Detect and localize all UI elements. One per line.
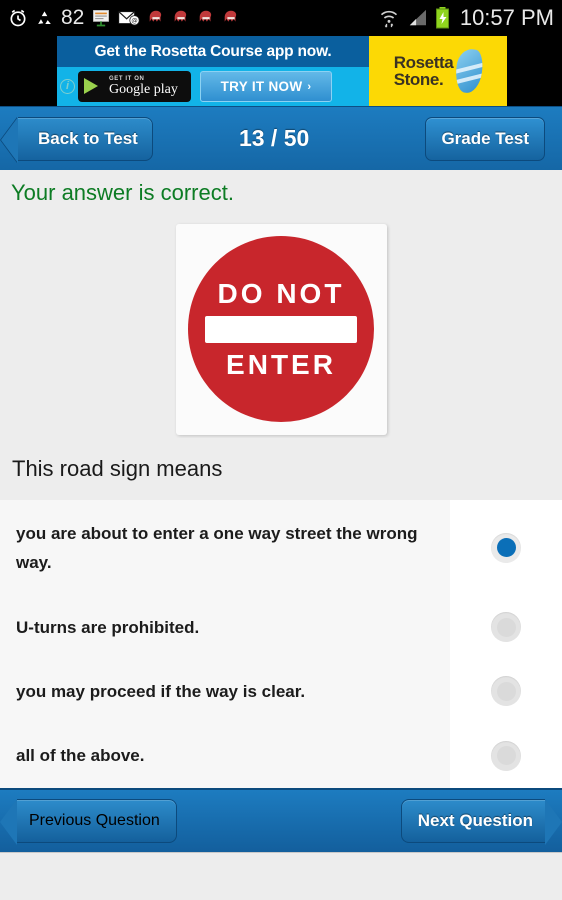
status-bar-left-icons: 82 @: [8, 6, 379, 30]
sign-text-line-1: DO NOT: [217, 277, 345, 309]
answer-radio-3[interactable]: [491, 676, 521, 706]
octopus-notification-icon-3: [197, 9, 215, 27]
cell-signal-icon: [406, 9, 428, 27]
question-prompt: This road sign means: [0, 438, 562, 500]
answer-radio-dot-3: [496, 681, 516, 701]
answer-radio-dot-4: [496, 746, 516, 765]
answer-option-label-3: you may proceed if the way is clear.: [16, 681, 306, 701]
answer-option-text-1[interactable]: you are about to enter a one way street …: [0, 500, 450, 595]
answer-radio-cell-1[interactable]: [450, 500, 562, 595]
answer-options-list: you are about to enter a one way street …: [0, 500, 562, 788]
ad-blue-panel[interactable]: Get the Rosetta Course app now. i GET IT…: [57, 36, 369, 106]
answer-radio-1[interactable]: [491, 532, 521, 563]
google-play-badge[interactable]: GET IT ON Google play: [78, 71, 191, 102]
battery-percent-label: 82: [61, 6, 85, 29]
answer-option-text-2[interactable]: U-turns are prohibited.: [0, 595, 450, 659]
rosetta-stone-logo-icon: [453, 47, 486, 95]
svg-text:@: @: [132, 17, 138, 25]
answer-feedback-text: Your answer is correct.: [11, 180, 234, 205]
rosetta-stone-wordmark: Rosetta Stone.: [394, 54, 454, 88]
page-bottom-area: [0, 852, 562, 900]
next-question-label: Next Question: [417, 811, 533, 830]
status-bar-right-icons: 10:57 PM: [379, 5, 554, 31]
answer-radio-dot-1: [496, 538, 516, 557]
try-it-now-button[interactable]: TRY IT NOW ›: [200, 71, 332, 102]
status-bar: 82 @ 10:57 PM: [0, 0, 562, 36]
ad-headline: Get the Rosetta Course app now.: [94, 42, 332, 60]
road-sign-image: DO NOT ENTER: [175, 223, 387, 435]
answer-radio-cell-2[interactable]: [450, 595, 562, 659]
ad-banner[interactable]: Get the Rosetta Course app now. i GET IT…: [0, 36, 562, 106]
answer-feedback: Your answer is correct.: [0, 170, 562, 216]
back-to-test-label: Back to Test: [38, 128, 138, 148]
battery-charging-icon: [435, 7, 450, 29]
email-at-icon: @: [118, 9, 140, 27]
grade-test-label: Grade Test: [441, 128, 529, 148]
google-play-triangle-icon: [84, 78, 98, 94]
app-screen: 82 @ 10:57 PM Get the Rosetta Course app…: [0, 0, 562, 900]
sign-white-bar: [205, 315, 357, 343]
brand-line-1: Rosetta: [393, 53, 454, 72]
answer-option-text-3[interactable]: you may proceed if the way is clear.: [0, 659, 450, 723]
answer-radio-dot-2: [496, 617, 516, 637]
ad-brand-panel[interactable]: Rosetta Stone.: [369, 36, 507, 106]
answer-option-label-4: all of the above.: [16, 746, 145, 765]
answer-options-text-column: you are about to enter a one way street …: [0, 500, 450, 788]
answer-option-label-2: U-turns are prohibited.: [16, 617, 200, 637]
answer-radio-4[interactable]: [491, 740, 521, 771]
octopus-notification-icon-1: [147, 9, 165, 27]
answer-radio-cell-3[interactable]: [450, 659, 562, 723]
ad-inner[interactable]: Get the Rosetta Course app now. i GET IT…: [57, 36, 507, 106]
ad-headline-bar: Get the Rosetta Course app now.: [57, 36, 369, 67]
octopus-notification-icon-2: [172, 9, 190, 27]
brand-line-2: Stone.: [393, 70, 444, 89]
next-question-button[interactable]: Next Question: [400, 799, 562, 845]
question-image-area: DO NOT ENTER: [0, 216, 562, 442]
recycle-icon: [35, 9, 54, 28]
status-bar-clock: 10:57 PM: [459, 5, 554, 30]
google-play-bottom-label: Google play: [109, 82, 178, 97]
presentation-board-icon: [91, 8, 111, 28]
do-not-enter-sign-icon: DO NOT ENTER: [188, 236, 374, 422]
try-it-now-label: TRY IT NOW: [220, 79, 303, 94]
answer-option-text-4[interactable]: all of the above.: [0, 723, 450, 788]
question-counter: 13 / 50: [238, 125, 310, 151]
alarm-clock-icon: [8, 8, 28, 28]
octopus-notification-icon-4: [222, 9, 240, 27]
wifi-updown-icon: [379, 8, 399, 28]
previous-question-button[interactable]: Previous Question: [0, 799, 177, 845]
bottom-navigation-bar: Previous Question Next Question: [0, 788, 562, 852]
grade-test-button[interactable]: Grade Test: [425, 116, 545, 161]
answer-radio-2[interactable]: [491, 612, 521, 642]
chevron-right-icon: ›: [307, 80, 312, 93]
answer-radio-cell-4[interactable]: [450, 723, 562, 788]
answer-options-radio-column: [450, 500, 562, 788]
top-navigation-bar: Back to Test 13 / 50 Grade Test: [0, 106, 562, 170]
sign-text-line-2: ENTER: [226, 348, 336, 380]
ad-cta-row[interactable]: i GET IT ON Google play TRY IT NOW ›: [57, 67, 369, 106]
previous-question-label: Previous Question: [29, 812, 160, 829]
ad-info-icon[interactable]: i: [60, 79, 75, 94]
answer-option-label-1: you are about to enter a one way street …: [16, 523, 418, 572]
back-to-test-button[interactable]: Back to Test: [18, 116, 153, 161]
question-text: This road sign means: [12, 456, 223, 481]
